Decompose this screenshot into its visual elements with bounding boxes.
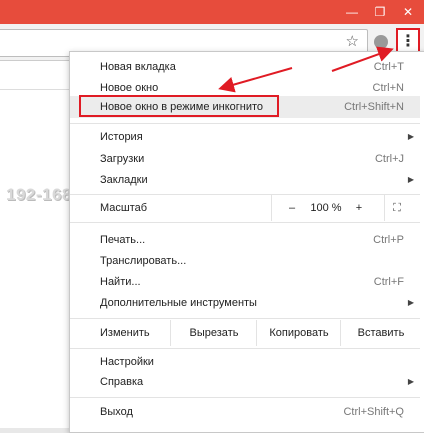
menu-item-shortcut: Ctrl+F <box>373 276 404 288</box>
menu-item-help[interactable]: Справка ▶ <box>70 371 420 393</box>
menu-item-find[interactable]: Найти... Ctrl+F <box>70 271 420 293</box>
chrome-main-menu: Новая вкладка Ctrl+T Новое окно Ctrl+N Н… <box>69 51 424 433</box>
menu-item-label: Найти... <box>100 276 141 288</box>
zoom-in-button[interactable]: + <box>348 195 370 221</box>
menu-edit-row: Изменить Вырезать Копировать Вставить <box>70 320 420 346</box>
submenu-arrow-icon: ▶ <box>407 132 414 141</box>
menu-separator <box>70 123 420 124</box>
paste-button[interactable]: Вставить <box>340 320 421 346</box>
submenu-arrow-icon: ▶ <box>407 377 414 386</box>
menu-item-label: Транслировать... <box>100 255 187 267</box>
submenu-arrow-icon: ▶ <box>407 175 414 184</box>
menu-item-print[interactable]: Печать... Ctrl+P <box>70 229 420 251</box>
menu-item-label: Закладки <box>100 174 148 186</box>
menu-separator <box>70 318 420 319</box>
more-vert-icon: ⋮ <box>400 33 416 50</box>
menu-item-label: История <box>100 131 143 143</box>
menu-item-settings[interactable]: Настройки <box>70 351 420 373</box>
menu-item-label: Справка <box>100 376 144 388</box>
menu-item-new-tab[interactable]: Новая вкладка Ctrl+T <box>70 56 420 78</box>
highlight-box <box>79 95 279 117</box>
menu-item-label: Печать... <box>100 234 146 246</box>
extension-icon[interactable] <box>374 35 388 49</box>
restore-button[interactable]: ❐ <box>366 0 394 24</box>
submenu-arrow-icon: ▶ <box>407 298 414 307</box>
menu-item-label: Дополнительные инструменты <box>100 297 257 309</box>
menu-item-shortcut: Ctrl+P <box>373 234 404 246</box>
edit-label: Изменить <box>100 327 150 339</box>
menu-item-downloads[interactable]: Загрузки Ctrl+J <box>70 148 420 170</box>
zoom-level: 100 % <box>310 202 342 214</box>
menu-item-more-tools[interactable]: Дополнительные инструменты ▶ <box>70 292 420 314</box>
menu-item-bookmarks[interactable]: Закладки ▶ <box>70 169 420 191</box>
menu-item-shortcut: Ctrl+J <box>374 153 404 165</box>
divider <box>0 89 70 90</box>
menu-zoom-row: Масштаб – 100 % + ⛶ <box>70 195 420 221</box>
menu-item-shortcut: Ctrl+Shift+N <box>344 101 404 113</box>
menu-item-shortcut: Ctrl+T <box>373 61 404 73</box>
menu-item-cast[interactable]: Транслировать... <box>70 250 420 272</box>
menu-separator <box>70 397 420 398</box>
menu-item-label: Настройки <box>100 356 154 368</box>
menu-item-history[interactable]: История ▶ <box>70 126 420 148</box>
window-titlebar: — ❐ ✕ <box>0 0 424 24</box>
menu-separator <box>70 348 420 349</box>
zoom-controls: – 100 % + ⛶ <box>271 195 412 221</box>
cut-button[interactable]: Вырезать <box>170 320 257 346</box>
menu-item-label: Выход <box>100 406 133 418</box>
zoom-label: Масштаб <box>100 202 148 214</box>
menu-item-exit[interactable]: Выход Ctrl+Shift+Q <box>70 401 420 423</box>
copy-button[interactable]: Копировать <box>256 320 341 346</box>
menu-item-label: Загрузки <box>100 153 145 165</box>
menu-item-label: Новая вкладка <box>100 61 176 73</box>
zoom-out-button[interactable]: – <box>280 195 304 221</box>
fullscreen-icon[interactable]: ⛶ <box>384 195 409 221</box>
menu-separator <box>70 222 420 223</box>
close-button[interactable]: ✕ <box>394 0 422 24</box>
minimize-button[interactable]: — <box>338 0 366 24</box>
menu-item-shortcut: Ctrl+Shift+Q <box>343 406 404 418</box>
star-icon[interactable]: ☆ <box>346 34 359 50</box>
